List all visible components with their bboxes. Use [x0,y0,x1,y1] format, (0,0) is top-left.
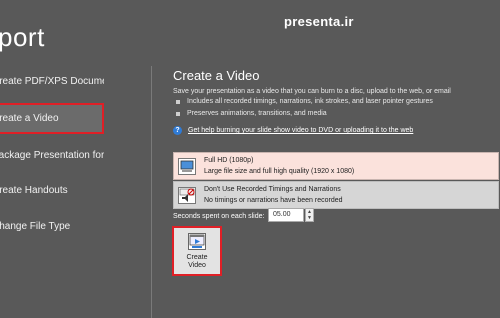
bullet-square-icon [176,111,180,116]
seconds-input[interactable]: 05.00 [268,208,304,222]
page-title: port [0,22,45,52]
presentation-quality-icon [178,157,196,175]
bullet-text: Preserves animations, transitions, and m… [187,110,327,117]
create-video-label-2: Video [188,262,206,269]
nav-item-package-cd[interactable]: Package Presentation for CD [0,140,104,171]
nav-item-change-file-type[interactable]: Change File Type [0,211,104,242]
nav-item-create-video[interactable]: Create a Video [0,103,104,134]
watermark-text: presenta.ir [284,14,354,29]
help-link[interactable]: ? Get help burning your slide show video… [173,126,413,135]
quality-dropdown[interactable]: Full HD (1080p) Large file size and full… [173,152,499,180]
nav-item-label: Create a Video [0,113,59,124]
timings-dropdown[interactable]: Don't Use Recorded Timings and Narration… [173,181,499,209]
nav-item-label: Create PDF/XPS Document [0,76,104,87]
bullet-item: Includes all recorded timings, narration… [176,98,433,105]
no-narration-icon [178,186,196,204]
timings-title: Don't Use Recorded Timings and Narration… [204,186,341,193]
nav-item-create-handouts[interactable]: Create Handouts [0,175,104,206]
timings-subtitle: No timings or narrations have been recor… [204,197,343,204]
quality-subtitle: Large file size and full high quality (1… [204,168,355,175]
nav-item-label: Create Handouts [0,185,68,196]
spin-down-icon[interactable]: ▼ [307,215,312,221]
seconds-label: Seconds spent on each slide: [173,213,265,220]
create-video-label-1: Create [186,254,208,261]
help-question-icon: ? [173,126,182,135]
section-title: Create a Video [173,68,260,83]
create-video-icon [188,233,206,250]
quality-title: Full HD (1080p) [204,157,254,164]
bullet-item: Preserves animations, transitions, and m… [176,110,327,117]
panel-divider [151,66,152,318]
create-video-button[interactable]: Create Video [172,226,222,276]
nav-item-create-pdf[interactable]: Create PDF/XPS Document [0,66,104,97]
help-link-text[interactable]: Get help burning your slide show video t… [188,127,413,134]
nav-item-label: Package Presentation for CD [0,150,104,161]
nav-item-label: Change File Type [0,221,71,232]
bullet-square-icon [176,99,180,104]
bullet-text: Includes all recorded timings, narration… [187,98,433,105]
seconds-spinner[interactable]: ▲ ▼ [305,208,314,222]
section-description: Save your presentation as a video that y… [173,88,451,95]
